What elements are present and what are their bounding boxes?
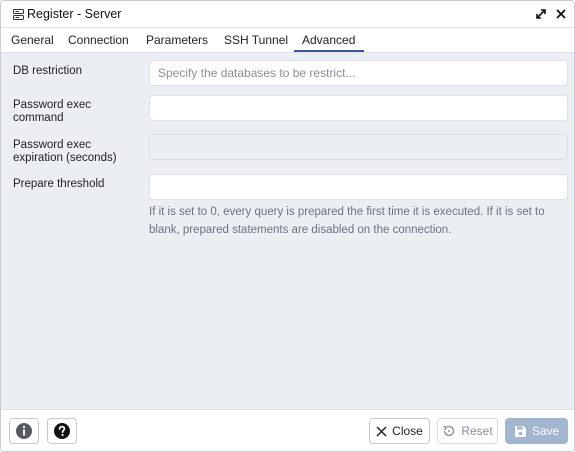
dialog-footer: Close Reset Save	[1, 409, 574, 451]
password-exec-expiration-label-line2: expiration (seconds)	[13, 152, 117, 164]
tab-parameters[interactable]: Parameters	[146, 33, 208, 47]
title-bar[interactable]: Register - Server	[1, 1, 574, 28]
close-button[interactable]: Close	[369, 418, 430, 444]
tab-bar: General Connection Parameters SSH Tunnel…	[1, 28, 574, 53]
register-server-dialog: Register - Server General Connection Par…	[0, 0, 575, 452]
save-button[interactable]: Save	[505, 418, 568, 444]
password-exec-command-label-line2: command	[13, 112, 64, 124]
password-exec-expiration-input[interactable]	[149, 134, 568, 160]
close-icon[interactable]	[553, 6, 569, 22]
server-icon	[13, 9, 24, 20]
close-button-label: Close	[392, 424, 423, 438]
prepare-threshold-input[interactable]	[149, 174, 568, 200]
close-x-icon	[376, 425, 387, 437]
info-icon	[16, 423, 32, 439]
tab-advanced[interactable]: Advanced	[302, 33, 355, 47]
db-restriction-label: DB restriction	[13, 65, 83, 77]
password-exec-command-label-line1: Password exec	[13, 99, 91, 111]
maximize-icon[interactable]	[533, 6, 549, 22]
info-button[interactable]	[9, 418, 39, 444]
tab-general[interactable]: General	[11, 33, 54, 47]
reset-button-label: Reset	[461, 424, 493, 438]
reset-icon	[443, 425, 455, 437]
tab-ssh-tunnel[interactable]: SSH Tunnel	[224, 33, 288, 47]
password-exec-expiration-label-line1: Password exec	[13, 139, 91, 151]
active-tab-indicator	[294, 50, 364, 52]
db-restriction-input[interactable]	[149, 60, 568, 86]
password-exec-command-label: Password exec command	[13, 99, 91, 125]
prepare-threshold-label: Prepare threshold	[13, 178, 105, 190]
tab-connection[interactable]: Connection	[68, 33, 129, 47]
help-button[interactable]	[47, 418, 77, 444]
reset-button[interactable]: Reset	[437, 418, 498, 444]
dialog-title: Register - Server	[27, 7, 122, 21]
help-icon	[54, 423, 70, 439]
save-button-label: Save	[531, 424, 560, 438]
save-icon	[514, 425, 526, 437]
password-exec-command-input[interactable]	[149, 95, 568, 121]
password-exec-expiration-label: Password exec expiration (seconds)	[13, 139, 117, 165]
prepare-threshold-help: If it is set to 0, every query is prepar…	[149, 206, 545, 236]
